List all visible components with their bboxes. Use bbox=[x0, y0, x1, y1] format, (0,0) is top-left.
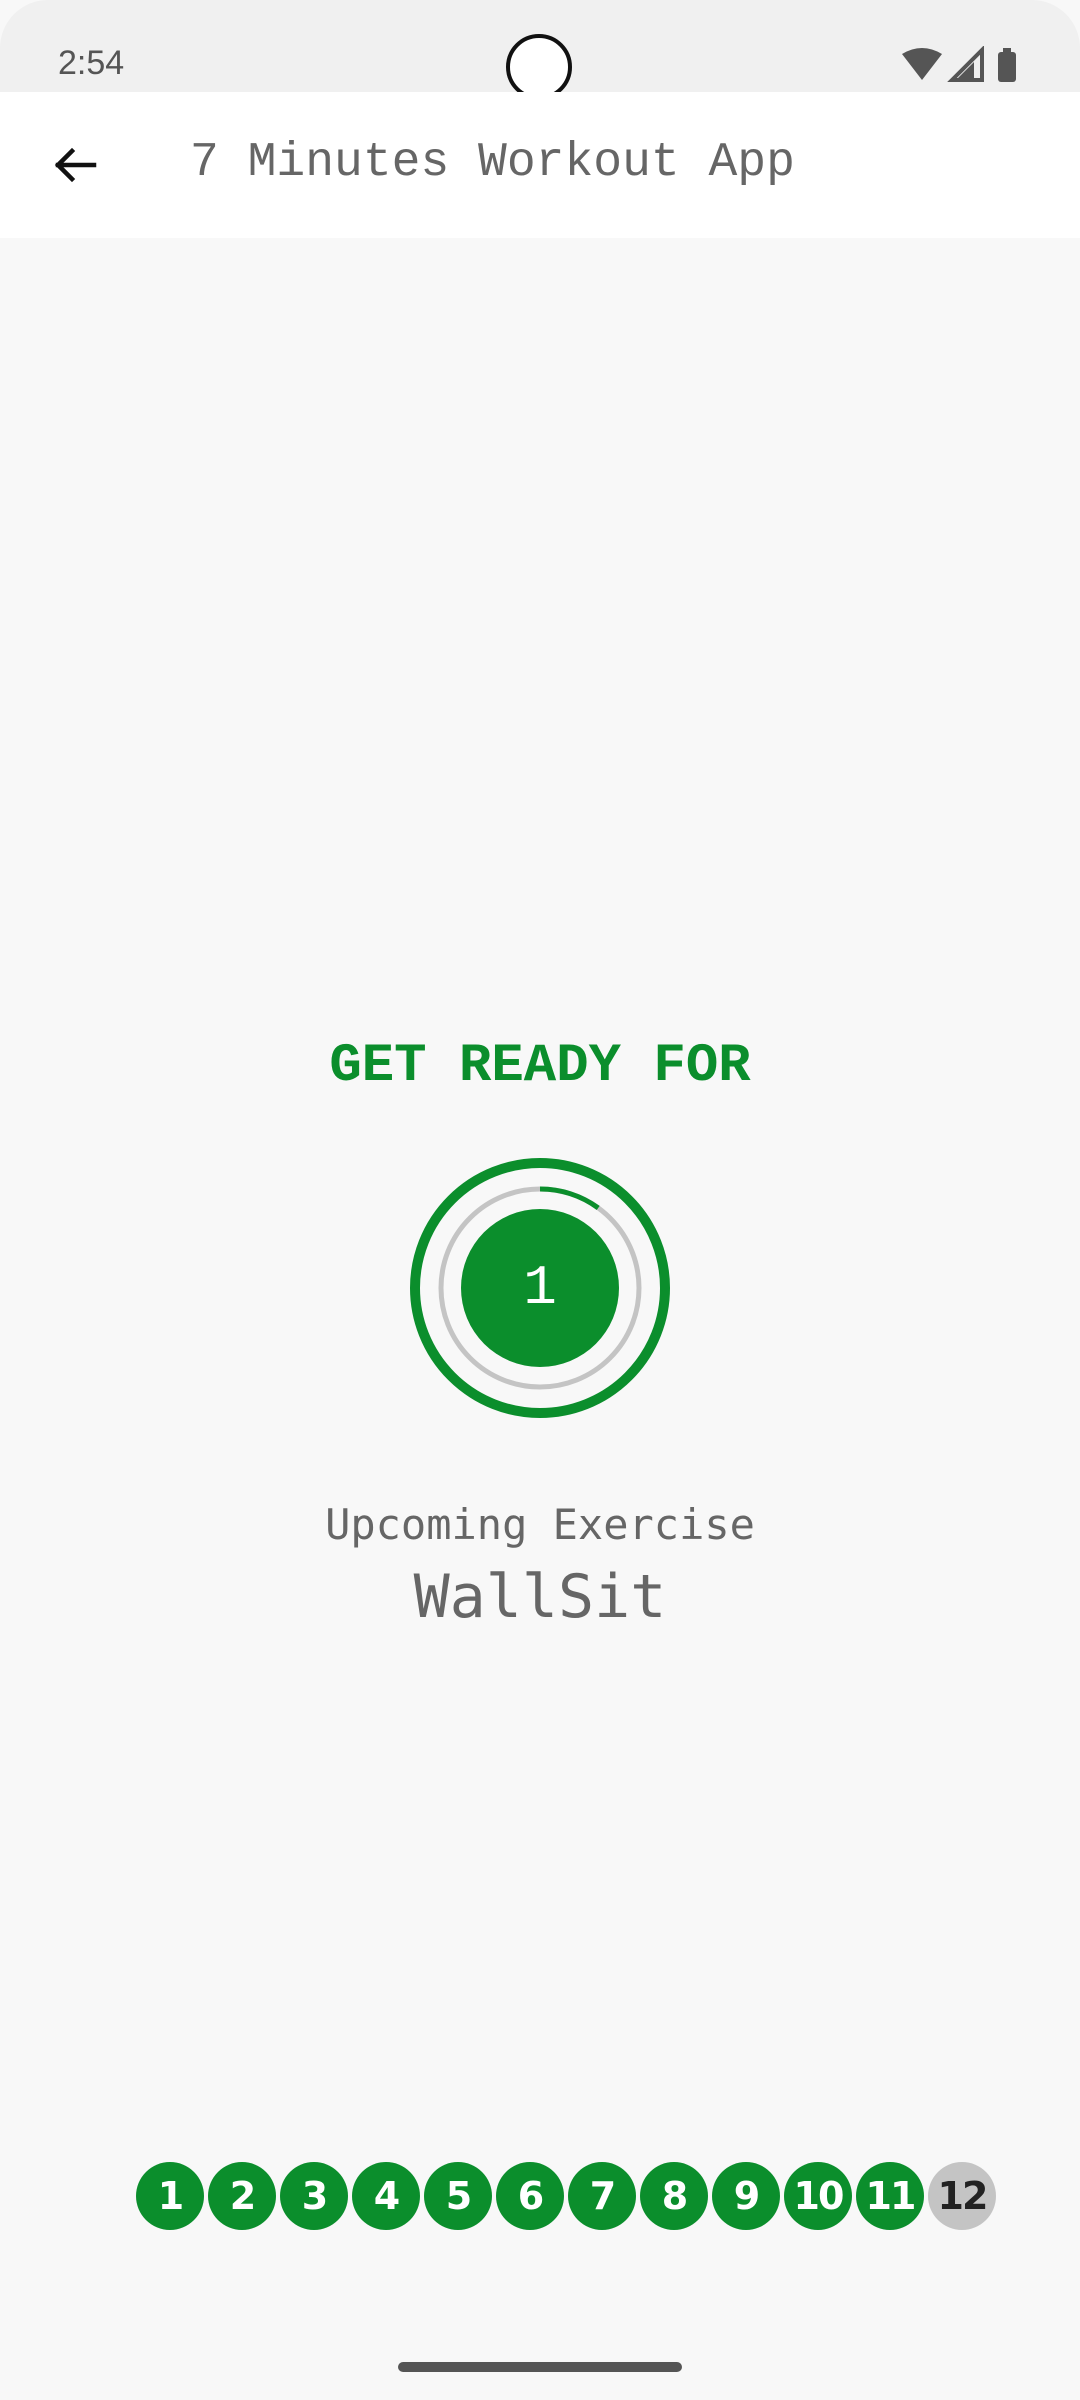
exercise-step: 10 bbox=[784, 2162, 852, 2230]
screen: 2:54 7 Minutes Workout App GET READY FOR… bbox=[0, 0, 1080, 2400]
camera-cutout bbox=[506, 34, 572, 100]
arrow-back-icon bbox=[54, 147, 97, 183]
exercise-step: 8 bbox=[640, 2162, 708, 2230]
timer-value: 1 bbox=[523, 1256, 557, 1320]
exercise-step: 1 bbox=[136, 2162, 204, 2230]
app-title: 7 Minutes Workout App bbox=[190, 136, 795, 190]
battery-icon bbox=[998, 52, 1016, 82]
exercise-progress-row: 1 2 3 4 5 6 7 8 9 10 11 12 bbox=[136, 2162, 996, 2230]
exercise-step: 4 bbox=[352, 2162, 420, 2230]
upcoming-exercise-label: Upcoming Exercise bbox=[325, 1500, 755, 1549]
exercise-step: 11 bbox=[856, 2162, 924, 2230]
wifi-icon bbox=[902, 48, 942, 80]
exercise-step: 6 bbox=[496, 2162, 564, 2230]
back-button[interactable] bbox=[36, 127, 112, 203]
home-indicator[interactable] bbox=[398, 2362, 682, 2372]
upcoming-exercise-name: WallSit bbox=[413, 1562, 667, 1632]
rest-timer: 1 bbox=[408, 1156, 672, 1420]
app-bar: 7 Minutes Workout App bbox=[0, 92, 1080, 238]
get-ready-heading: GET READY FOR bbox=[329, 1036, 751, 1097]
exercise-step: 2 bbox=[208, 2162, 276, 2230]
exercise-step: 9 bbox=[712, 2162, 780, 2230]
status-bar: 2:54 bbox=[0, 0, 1080, 100]
status-icons bbox=[902, 46, 1016, 82]
exercise-step: 5 bbox=[424, 2162, 492, 2230]
exercise-step: 3 bbox=[280, 2162, 348, 2230]
status-time: 2:54 bbox=[58, 44, 125, 82]
exercise-step: 7 bbox=[568, 2162, 636, 2230]
exercise-step: 12 bbox=[928, 2162, 996, 2230]
